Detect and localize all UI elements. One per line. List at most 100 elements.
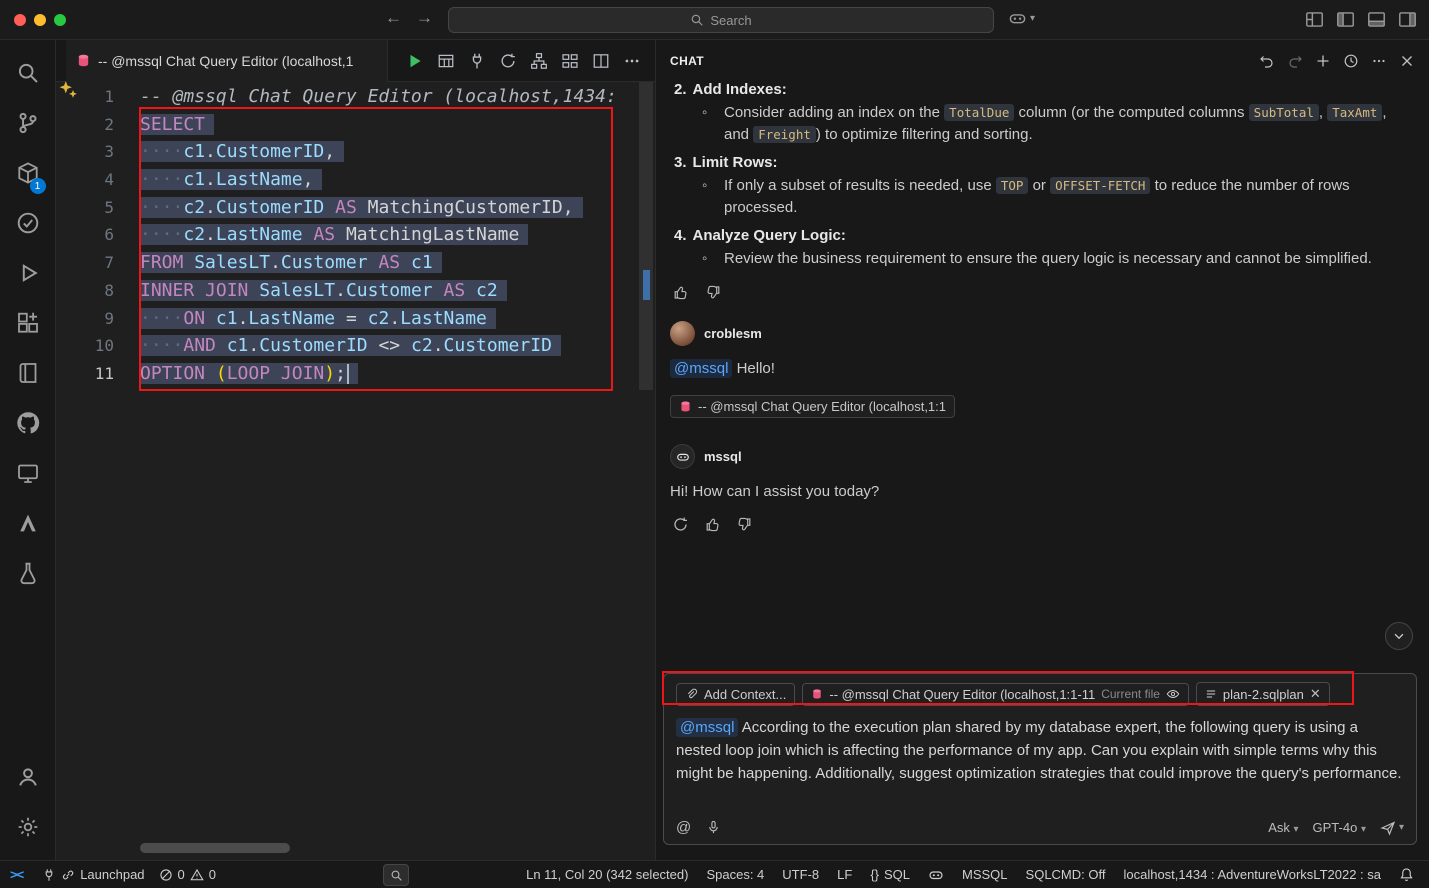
estimated-plan-icon[interactable] (499, 52, 517, 70)
chat-input-text[interactable]: @mssql According to the execution plan s… (676, 716, 1404, 785)
context-chip-sqlplan[interactable]: plan-2.sqlplan ✕ (1196, 682, 1330, 706)
code-editor[interactable]: 1-- @mssql Chat Query Editor (localhost,… (56, 82, 655, 860)
split-editor-icon[interactable] (592, 52, 610, 70)
sqlcmd-item[interactable]: SQLCMD: Off (1017, 861, 1115, 888)
chat-history-icon[interactable] (1343, 53, 1359, 69)
code-line[interactable]: 6····c2.LastName AS MatchingLastName (56, 221, 635, 249)
flask-icon (16, 561, 40, 590)
microphone-icon[interactable] (706, 820, 721, 835)
navigate-forward-icon[interactable]: → (416, 8, 433, 28)
azure-a-icon (16, 511, 40, 540)
maximize-window-button[interactable] (54, 14, 66, 26)
code-line[interactable]: 1-- @mssql Chat Query Editor (localhost,… (56, 83, 635, 111)
activity-run-debug[interactable] (6, 250, 50, 300)
activity-database-tools[interactable] (6, 550, 50, 600)
mention-picker-icon[interactable]: @ (676, 819, 691, 836)
toggle-secondary-sidebar-icon[interactable] (1398, 10, 1417, 29)
minimize-window-button[interactable] (34, 14, 46, 26)
activity-extensions[interactable] (6, 300, 50, 350)
activity-remote-package[interactable]: 1 (6, 150, 50, 200)
remote-indicator[interactable]: >< (0, 867, 35, 882)
model-selector[interactable]: GPT-4o ▾ (1313, 820, 1366, 835)
thumbs-down-icon[interactable] (736, 516, 753, 533)
command-search-input[interactable]: Search (448, 7, 994, 33)
more-actions-icon[interactable] (1371, 53, 1387, 69)
code-line[interactable]: 8INNER JOIN SalesLT.Customer AS c2 (56, 277, 635, 305)
code-line[interactable]: 2SELECT (56, 111, 635, 139)
context-chip-current-file[interactable]: -- @mssql Chat Query Editor (localhost,1… (802, 683, 1189, 706)
schema-visualization-icon[interactable] (530, 52, 548, 70)
run-query-button[interactable] (406, 52, 424, 70)
activity-azure[interactable] (6, 500, 50, 550)
thumbs-up-icon[interactable] (672, 284, 689, 301)
copilot-icon (1008, 9, 1027, 28)
code-line[interactable]: 5····c2.CustomerID AS MatchingCustomerID… (56, 194, 635, 222)
connection-item[interactable]: localhost,1434 : AdventureWorksLT2022 : … (1114, 861, 1390, 888)
navigate-back-icon[interactable]: ← (385, 8, 402, 28)
message-attachment-pill[interactable]: -- @mssql Chat Query Editor (localhost,1… (670, 395, 955, 418)
copilot-status-icon[interactable] (919, 861, 953, 888)
activity-notebooks[interactable] (6, 350, 50, 400)
code-line[interactable]: 11OPTION (LOOP JOIN); (56, 360, 635, 388)
line-number: 9 (56, 305, 140, 333)
mssql-item[interactable]: MSSQL (953, 861, 1017, 888)
send-button[interactable]: ▾ (1380, 820, 1404, 836)
chat-input-container[interactable]: Add Context... -- @mssql Chat Query Edit… (663, 673, 1417, 845)
zoom-indicator-button[interactable] (383, 864, 409, 886)
code-line[interactable]: 3····c1.CustomerID, (56, 138, 635, 166)
undo-icon[interactable] (1259, 53, 1275, 69)
indentation-item[interactable]: Spaces: 4 (697, 861, 773, 888)
encoding-item[interactable]: UTF-8 (773, 861, 828, 888)
close-icon[interactable] (1399, 53, 1415, 69)
regenerate-icon[interactable] (672, 516, 689, 533)
play-icon (16, 261, 40, 290)
copilot-menu-button[interactable]: ▾ (1008, 9, 1035, 28)
editor-horizontal-scrollbar[interactable] (140, 843, 290, 853)
assistant-message-text: Hi! How can I assist you today? (670, 481, 1415, 502)
book-icon (16, 361, 40, 390)
code-line[interactable]: 9····ON c1.LastName = c2.LastName (56, 305, 635, 333)
activity-github[interactable] (6, 400, 50, 450)
activity-testing[interactable] (6, 200, 50, 250)
new-chat-icon[interactable] (1315, 53, 1331, 69)
change-connection-icon[interactable] (468, 52, 486, 70)
more-actions-icon[interactable] (623, 52, 641, 70)
assistant-name: mssql (704, 449, 742, 464)
code-line[interactable]: 10····AND c1.CustomerID <> c2.CustomerID (56, 332, 635, 360)
activity-source-control[interactable] (6, 100, 50, 150)
copilot-sparkle-icon[interactable] (58, 80, 78, 105)
eye-icon[interactable] (1166, 687, 1180, 701)
activity-badge: 1 (30, 178, 46, 194)
notifications-bell-icon[interactable] (1390, 861, 1423, 888)
redo-icon[interactable] (1287, 53, 1303, 69)
scroll-to-bottom-button[interactable] (1385, 622, 1413, 650)
activity-search[interactable] (6, 50, 50, 100)
schema-designer-icon[interactable] (561, 52, 579, 70)
code-line[interactable]: 4····c1.LastName, (56, 166, 635, 194)
editor-tab[interactable]: -- @mssql Chat Query Editor (localhost,1 (66, 40, 388, 82)
launchpad-item[interactable]: Launchpad (35, 861, 151, 888)
problems-item[interactable]: 0 0 (152, 861, 223, 888)
close-window-button[interactable] (14, 14, 26, 26)
chat-panel-title: CHAT (670, 54, 704, 68)
language-mode-item[interactable]: {} SQL (861, 861, 919, 888)
status-bar: >< Launchpad 0 0 Ln 11, Col 20 (342 sele… (0, 860, 1429, 888)
toggle-primary-sidebar-icon[interactable] (1336, 10, 1355, 29)
activity-remote-explorer[interactable] (6, 450, 50, 500)
code-line[interactable]: 7FROM SalesLT.Customer AS c1 (56, 249, 635, 277)
activity-account[interactable] (6, 754, 50, 804)
editor-vertical-scrollbar[interactable] (639, 82, 653, 390)
eol-item[interactable]: LF (828, 861, 861, 888)
customize-layout-icon[interactable] (1305, 10, 1324, 29)
activity-settings[interactable] (6, 804, 50, 854)
toggle-panel-icon[interactable] (1367, 10, 1386, 29)
cursor-position-item[interactable]: Ln 11, Col 20 (342 selected) (517, 861, 697, 888)
mode-selector[interactable]: Ask ▾ (1268, 820, 1298, 835)
line-number: 2 (56, 111, 140, 139)
add-context-button[interactable]: Add Context... (676, 683, 795, 706)
thumbs-up-icon[interactable] (704, 516, 721, 533)
thumbs-down-icon[interactable] (705, 284, 722, 301)
results-grid-icon[interactable] (437, 52, 455, 70)
remove-chip-icon[interactable]: ✕ (1310, 686, 1321, 702)
mention-chip[interactable]: @mssql (670, 359, 732, 378)
